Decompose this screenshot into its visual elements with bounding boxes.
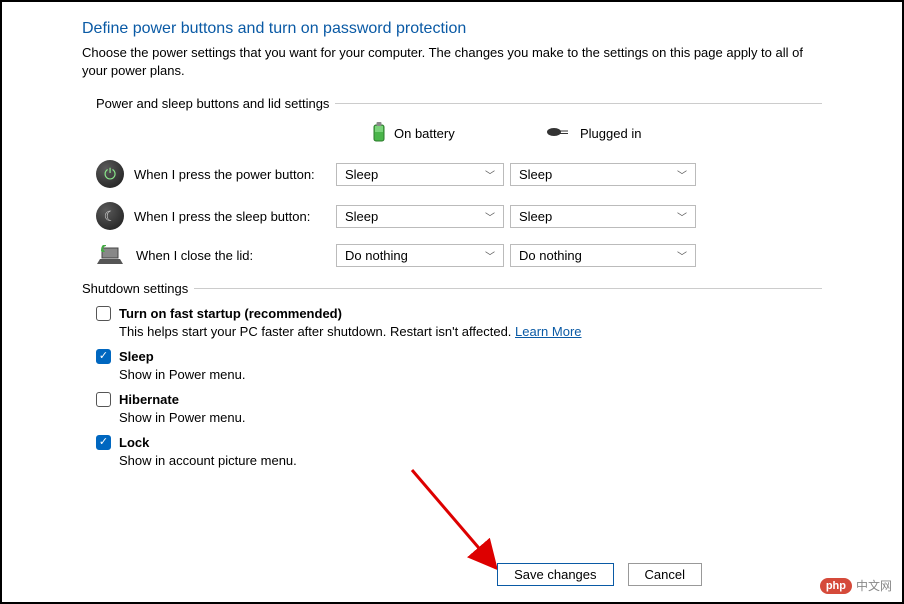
dropdown-power-battery[interactable]: Sleep ﹀ [336,163,504,186]
checkbox-hibernate[interactable] [96,392,111,407]
battery-icon [372,121,386,146]
chevron-down-icon: ﹀ [485,209,495,224]
column-header-battery: On battery [336,121,504,146]
dropdown-lid-battery[interactable]: Do nothing ﹀ [336,244,504,267]
column-header-plugged: Plugged in [510,125,696,142]
row-lid: When I close the lid: Do nothing ﹀ Do no… [96,244,822,267]
section-shutdown-header: Shutdown settings [82,281,822,296]
chevron-down-icon: ﹀ [677,248,687,263]
shutdown-item-hibernate: Hibernate Show in Power menu. [96,392,822,425]
section-buttons-lid-header: Power and sleep buttons and lid settings [96,96,822,111]
save-button[interactable]: Save changes [497,563,613,586]
chevron-down-icon: ﹀ [485,248,495,263]
shutdown-item-sleep: ✓ Sleep Show in Power menu. [96,349,822,382]
chevron-down-icon: ﹀ [677,167,687,182]
dropdown-sleep-plugged[interactable]: Sleep ﹀ [510,205,696,228]
checkbox-lock[interactable]: ✓ [96,435,111,450]
shutdown-item-lock: ✓ Lock Show in account picture menu. [96,435,822,468]
row-power-button: ⏻ When I press the power button: Sleep ﹀… [96,160,822,188]
watermark: php 中文网 [820,577,892,594]
shutdown-item-fast-startup: Turn on fast startup (recommended) This … [96,306,822,339]
dropdown-power-plugged[interactable]: Sleep ﹀ [510,163,696,186]
cancel-button[interactable]: Cancel [628,563,702,586]
checkbox-fast-startup[interactable] [96,306,111,321]
row-sleep-button: ☾ When I press the sleep button: Sleep ﹀… [96,202,822,230]
chevron-down-icon: ﹀ [677,209,687,224]
chevron-down-icon: ﹀ [485,167,495,182]
plug-icon [546,125,572,142]
checkbox-sleep[interactable]: ✓ [96,349,111,364]
power-icon: ⏻ [96,160,124,188]
page-title: Define power buttons and turn on passwor… [82,20,822,38]
moon-icon: ☾ [96,202,124,230]
dropdown-sleep-battery[interactable]: Sleep ﹀ [336,205,504,228]
dropdown-lid-plugged[interactable]: Do nothing ﹀ [510,244,696,267]
page-subtitle: Choose the power settings that you want … [82,44,822,80]
learn-more-link[interactable]: Learn More [515,324,581,339]
laptop-lid-icon [96,245,126,267]
